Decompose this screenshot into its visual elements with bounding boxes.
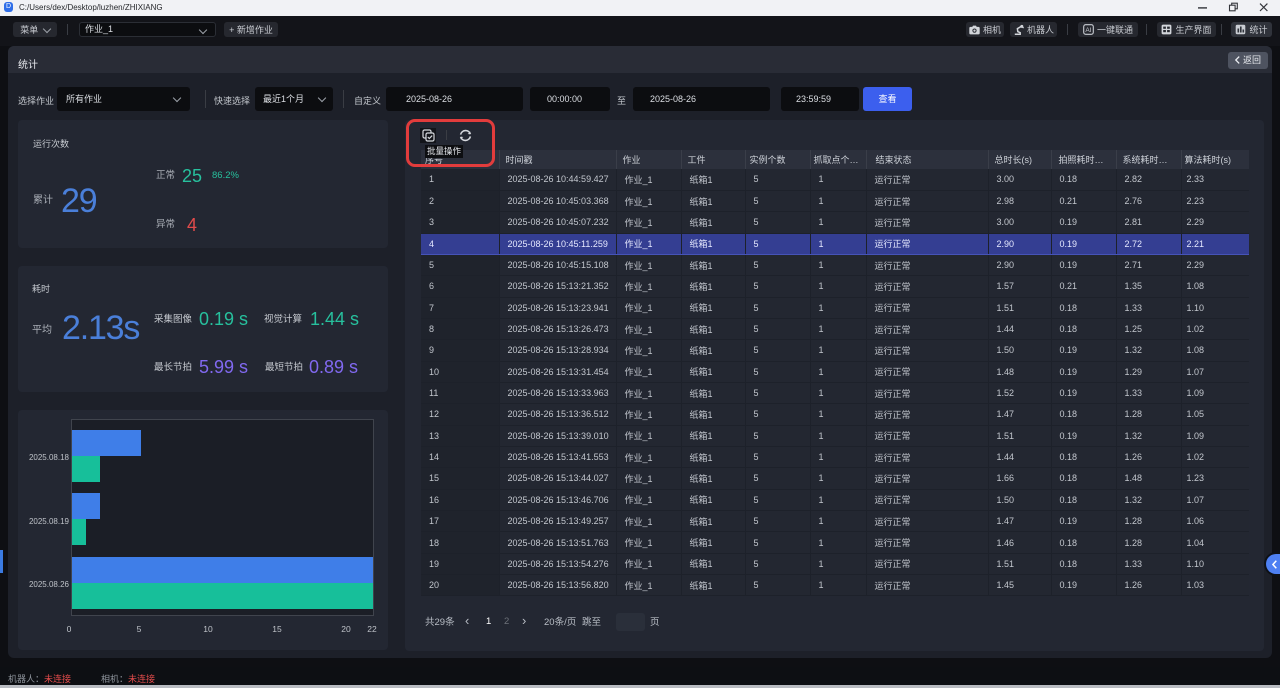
svg-text:AI: AI bbox=[1085, 27, 1091, 34]
